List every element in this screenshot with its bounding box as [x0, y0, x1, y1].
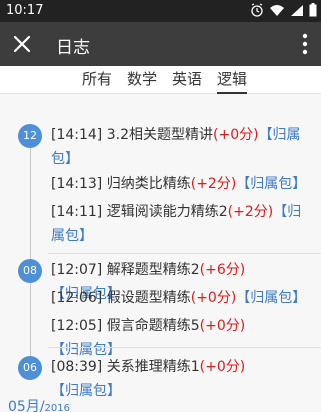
- tab-logic[interactable]: 逻辑: [217, 68, 248, 94]
- subject-tabs: 所有 数学 英语 逻辑: [0, 66, 321, 94]
- alarm-icon: [250, 2, 264, 21]
- entry-name: 假设题型精练: [106, 290, 191, 306]
- page-title: 日志: [56, 38, 90, 58]
- entry-time: [14:11]: [51, 204, 103, 220]
- entry-time: [14:14]: [51, 127, 103, 143]
- status-time: 10:17: [6, 3, 44, 18]
- entry-score: (+0分): [190, 290, 237, 306]
- month-header: 05月/2016: [8, 396, 70, 412]
- year-label: 2016: [44, 403, 70, 412]
- entry-score: (+2分): [227, 204, 274, 220]
- tab-math[interactable]: 数学: [127, 68, 157, 94]
- entry-time: [12:06]: [51, 290, 103, 306]
- entry-name: 逻辑阅读能力精练2: [106, 204, 228, 220]
- entry-score: (+0分): [199, 318, 246, 334]
- wifi-icon: [269, 2, 285, 21]
- log-entry: [14:14] 3.2相关题型精讲(+0分)【归属包】: [51, 123, 315, 171]
- battery-icon: [309, 2, 317, 21]
- entry-time: [12:07]: [51, 262, 103, 278]
- day-badge: 06: [18, 356, 42, 380]
- status-icons: [250, 2, 317, 21]
- more-vert-icon[interactable]: [301, 32, 309, 56]
- entry-score: (+2分): [190, 176, 237, 192]
- tab-english[interactable]: 英语: [172, 68, 202, 94]
- entry-name: 归纳类比精练: [106, 176, 191, 192]
- app-bar: 日志: [0, 22, 321, 66]
- entry-name: 解释题型精练2: [106, 262, 200, 278]
- entry-name: 关系推理精练1: [106, 359, 200, 375]
- divider: [48, 253, 321, 254]
- entry-name: 假言命题精练5: [106, 318, 200, 334]
- entry-time: [12:05]: [51, 318, 103, 334]
- log-entry: [08:39] 关系推理精练1(+0分)【归属包】: [51, 355, 315, 403]
- timeline-line: [30, 136, 31, 380]
- status-bar: 10:17: [0, 0, 321, 22]
- entry-package-link[interactable]: 【归属包】: [236, 290, 306, 306]
- divider: [48, 347, 321, 348]
- entry-score: (+0分): [199, 359, 246, 375]
- log-entry: [14:11] 逻辑阅读能力精练2(+2分)【归属包】: [51, 200, 315, 248]
- day-badge: 08: [18, 259, 42, 283]
- signal-icon: [290, 2, 304, 21]
- log-entry: [12:06] 假设题型精练(+0分)【归属包】: [51, 286, 315, 310]
- entry-score: (+6分): [199, 262, 246, 278]
- entry-time: [14:13]: [51, 176, 103, 192]
- entry-time: [08:39]: [51, 359, 103, 375]
- entry-name: 3.2相关题型精讲: [106, 127, 213, 143]
- entry-score: (+0分): [213, 127, 259, 143]
- day-badge: 12: [18, 124, 42, 148]
- close-icon[interactable]: [8, 30, 36, 58]
- log-entry: [14:13] 归纳类比精练(+2分)【归属包】: [51, 172, 315, 196]
- entry-package-link[interactable]: 【归属包】: [236, 176, 306, 192]
- month-label: 05月/: [8, 399, 45, 412]
- tab-all[interactable]: 所有: [82, 68, 112, 94]
